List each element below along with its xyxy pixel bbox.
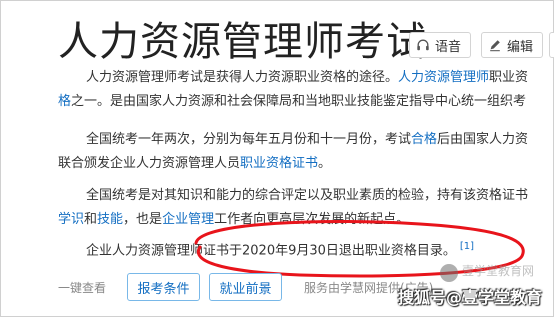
exam-conditions-button[interactable]: 报考条件 (127, 273, 200, 301)
quick-view-label: 一键查看 (58, 281, 107, 295)
watermark-logo (440, 264, 458, 282)
employment-prospects-button[interactable]: 就业前景 (209, 273, 282, 301)
watermark-faint-text: 壹学堂教育网 (462, 264, 535, 278)
watermark-text: 搜狐号@壹学堂教育 (398, 288, 543, 307)
